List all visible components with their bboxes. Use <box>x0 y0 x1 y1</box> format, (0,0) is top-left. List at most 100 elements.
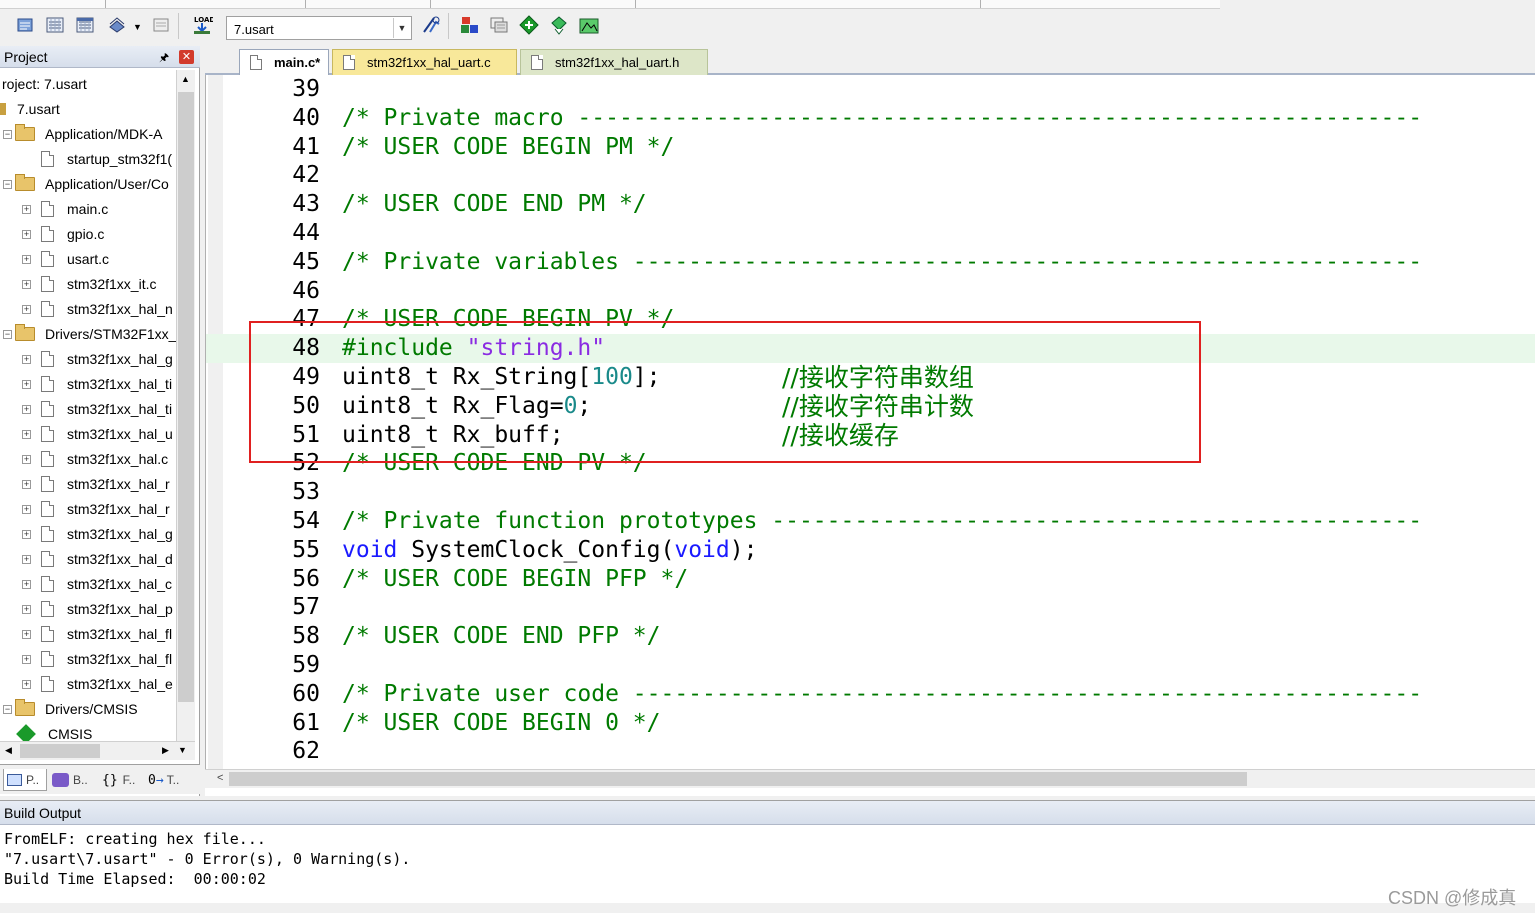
expand-icon[interactable]: + <box>22 555 31 564</box>
expand-icon[interactable]: + <box>22 530 31 539</box>
chevron-down-icon[interactable]: ▼ <box>133 22 142 32</box>
tree-file[interactable]: stm32f1xx_hal_p <box>41 596 173 621</box>
tree-file[interactable]: stm32f1xx_hal_e <box>41 671 173 696</box>
expand-icon[interactable]: + <box>22 430 31 439</box>
scrollbar-thumb[interactable] <box>178 92 194 702</box>
build-icon[interactable] <box>44 14 66 36</box>
editor-horizontal-scrollbar[interactable]: < <box>205 769 1535 788</box>
tree-folder[interactable]: Application/MDK-A <box>15 121 163 146</box>
code-line[interactable]: 50 uint8_t Rx_Flag=0; //接收字符串计数 <box>206 392 1535 421</box>
scroll-left-icon[interactable]: < <box>217 772 223 784</box>
code-line[interactable]: 44 <box>206 219 1535 248</box>
close-icon[interactable]: ✕ <box>179 50 194 64</box>
code-line[interactable]: 57 <box>206 593 1535 622</box>
expand-icon[interactable]: + <box>22 255 31 264</box>
code-line[interactable]: 43 /* USER CODE END PM */ <box>206 190 1535 219</box>
expand-icon[interactable]: + <box>22 405 31 414</box>
translate-icon[interactable] <box>14 14 36 36</box>
chevron-down-icon[interactable]: ▼ <box>178 745 187 755</box>
batch-build-icon[interactable] <box>106 14 128 36</box>
code-line[interactable]: 61 /* USER CODE BEGIN 0 */ <box>206 709 1535 738</box>
editor-tab-uart-h[interactable]: stm32f1xx_hal_uart.h <box>520 49 708 75</box>
code-line[interactable]: 45 /* Private variables -----------------… <box>206 248 1535 277</box>
expand-icon[interactable]: + <box>22 655 31 664</box>
tree-file[interactable]: stm32f1xx_hal_fl <box>41 646 172 671</box>
tree-folder[interactable]: Application/User/Co <box>15 171 169 196</box>
tree-file[interactable]: stm32f1xx_hal_r <box>41 471 170 496</box>
tree-file[interactable]: stm32f1xx_hal_ti <box>41 396 172 421</box>
tree-folder[interactable]: Drivers/STM32F1xx_ <box>15 321 176 346</box>
rebuild-icon[interactable] <box>74 14 96 36</box>
tree-file[interactable]: stm32f1xx_hal_n <box>41 296 173 321</box>
tree-file[interactable]: usart.c <box>41 246 109 271</box>
tree-file[interactable]: startup_stm32f1( <box>41 146 172 171</box>
target-node[interactable]: 7.usart <box>0 96 60 121</box>
expand-icon[interactable]: + <box>22 580 31 589</box>
code-line[interactable]: 56 /* USER CODE BEGIN PFP */ <box>206 565 1535 594</box>
tree-file[interactable]: stm32f1xx_hal.c <box>41 446 168 471</box>
scrollbar-thumb[interactable] <box>20 744 100 758</box>
code-line[interactable]: 46 <box>206 277 1535 306</box>
expand-icon[interactable]: + <box>22 505 31 514</box>
tree-folder[interactable]: Drivers/CMSIS <box>15 696 138 721</box>
tab-project[interactable]: P.. <box>3 769 47 791</box>
run-icon[interactable] <box>578 14 600 36</box>
tree-component[interactable]: CMSIS <box>15 721 92 741</box>
expand-icon[interactable]: + <box>22 230 31 239</box>
collapse-icon[interactable]: − <box>3 180 12 189</box>
code-line[interactable]: 60 /* Private user code -----------------… <box>206 680 1535 709</box>
download-icon[interactable]: LOAD <box>191 14 213 36</box>
code-line[interactable]: 53 <box>206 478 1535 507</box>
pin-icon[interactable]: 🖈 <box>159 49 169 68</box>
collapse-icon[interactable]: − <box>3 130 12 139</box>
expand-icon[interactable]: + <box>22 355 31 364</box>
tab-functions[interactable]: {} F.. <box>102 769 144 791</box>
code-line[interactable]: 40 /* Private macro ---------------------… <box>206 104 1535 133</box>
code-editor[interactable]: 39 40 /* Private macro -------------------… <box>205 75 1535 769</box>
collapse-icon[interactable]: − <box>3 330 12 339</box>
tree-file[interactable]: stm32f1xx_hal_u <box>41 421 173 446</box>
code-line[interactable]: 54 /* Private function prototypes -------… <box>206 507 1535 536</box>
pack-installer-icon[interactable] <box>518 14 540 36</box>
code-line[interactable]: 49 uint8_t Rx_String[100]; //接收字符串数组 <box>206 363 1535 392</box>
project-tree-horizontal-scrollbar[interactable]: ◀ ▶ ▼ <box>0 741 195 760</box>
tree-file[interactable]: stm32f1xx_hal_fl <box>41 621 172 646</box>
code-line[interactable]: 39 <box>206 75 1535 104</box>
code-line[interactable]: 62 <box>206 737 1535 766</box>
expand-icon[interactable]: + <box>22 630 31 639</box>
target-options-icon[interactable] <box>420 14 442 36</box>
debug-icon[interactable] <box>548 14 570 36</box>
stop-build-icon[interactable] <box>150 14 172 36</box>
code-line[interactable]: 51 uint8_t Rx_buff; //接收缓存 <box>206 421 1535 450</box>
tree-file[interactable]: stm32f1xx_it.c <box>41 271 156 296</box>
scroll-up-icon[interactable]: ▲ <box>181 74 190 84</box>
tree-file[interactable]: stm32f1xx_hal_g <box>41 521 173 546</box>
code-line[interactable]: 47 /* USER CODE BEGIN PV */ <box>206 305 1535 334</box>
project-tree-vertical-scrollbar[interactable]: ▲ <box>176 70 195 760</box>
code-line[interactable]: 42 <box>206 161 1535 190</box>
editor-tab-main-c[interactable]: main.c* <box>239 49 329 75</box>
chevron-down-icon[interactable]: ▼ <box>393 18 410 38</box>
tree-file[interactable]: main.c <box>41 196 108 221</box>
code-line[interactable]: 41 /* USER CODE BEGIN PM */ <box>206 133 1535 162</box>
collapse-icon[interactable]: − <box>3 705 12 714</box>
expand-icon[interactable]: + <box>22 205 31 214</box>
tree-file[interactable]: gpio.c <box>41 221 104 246</box>
expand-icon[interactable]: + <box>22 680 31 689</box>
select-software-packs-icon[interactable] <box>488 14 510 36</box>
tab-books[interactable]: B.. <box>52 769 96 791</box>
tab-templates[interactable]: 0→ T.. <box>148 769 194 791</box>
expand-icon[interactable]: + <box>22 305 31 314</box>
scroll-right-icon[interactable]: ▶ <box>162 745 169 756</box>
tree-file[interactable]: stm32f1xx_hal_c <box>41 571 172 596</box>
tree-file[interactable]: stm32f1xx_hal_g <box>41 346 173 371</box>
tree-file[interactable]: stm32f1xx_hal_r <box>41 496 170 521</box>
target-select[interactable]: 7.usart ▼ <box>226 16 412 40</box>
expand-icon[interactable]: + <box>22 280 31 289</box>
scroll-left-icon[interactable]: ◀ <box>5 745 12 756</box>
build-output-scrollbar[interactable] <box>0 903 1535 913</box>
expand-icon[interactable]: + <box>22 380 31 389</box>
project-root[interactable]: roject: 7.usart <box>2 71 87 96</box>
code-line[interactable]: 59 <box>206 651 1535 680</box>
code-line[interactable]: 58 /* USER CODE END PFP */ <box>206 622 1535 651</box>
